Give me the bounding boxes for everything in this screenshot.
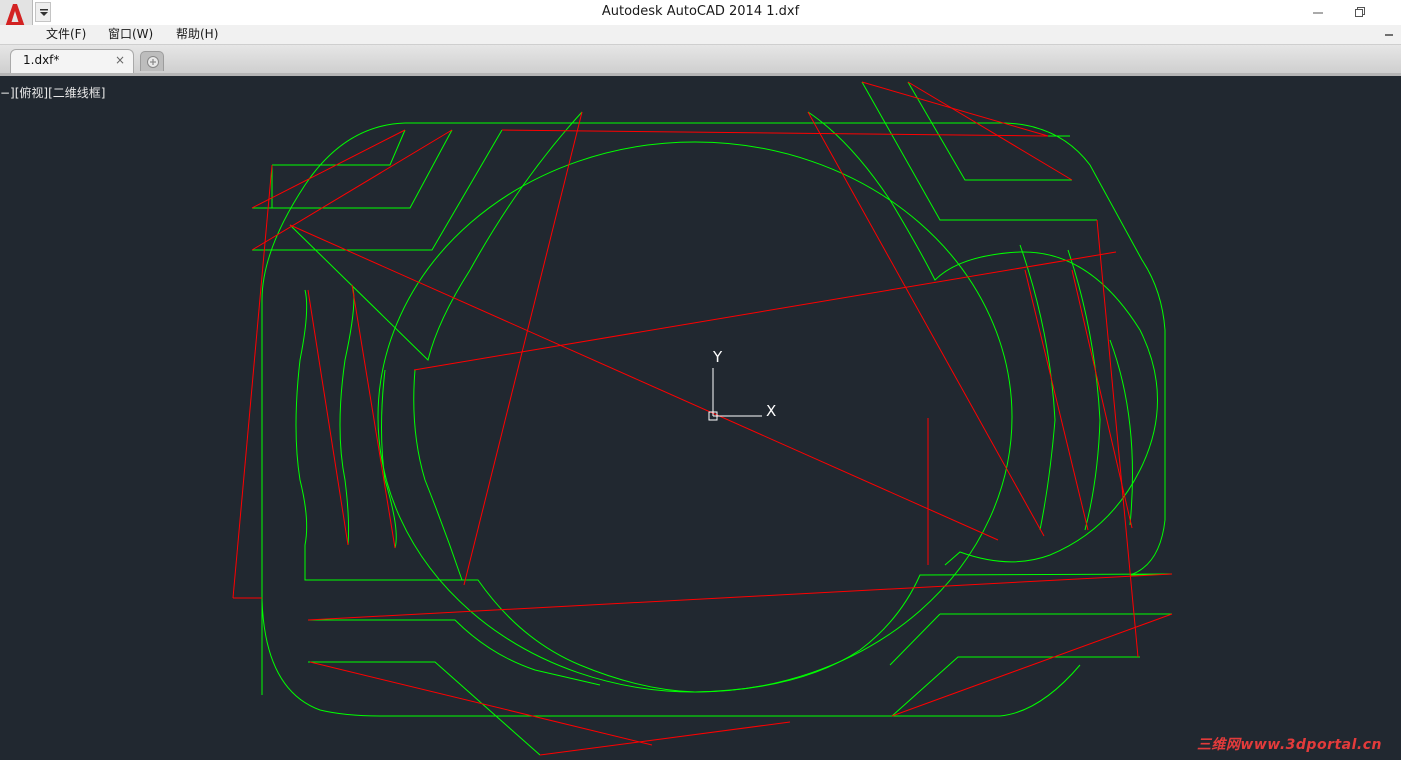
red-line-1 xyxy=(251,129,406,209)
cad-drawing: Y X xyxy=(232,81,1173,756)
right-arc-1 xyxy=(1019,244,1056,531)
red-line-19 xyxy=(309,661,653,746)
red-line-11 xyxy=(807,111,1045,537)
restore-button[interactable] xyxy=(1352,4,1368,20)
red-line-17 xyxy=(1071,269,1133,529)
tab-1-dxf[interactable]: 1.dxf* × xyxy=(10,49,134,73)
chevron-down-icon xyxy=(40,9,48,16)
menu-minimize-icon[interactable] xyxy=(1384,31,1394,39)
top-right-bracket xyxy=(861,81,1097,221)
left-diagonal-inner xyxy=(289,111,583,361)
red-line-10 xyxy=(413,251,1117,371)
red-line-16 xyxy=(1024,269,1089,531)
red-geometry xyxy=(232,81,1173,756)
main-ellipse xyxy=(377,141,1013,693)
red-line-12 xyxy=(1096,219,1139,658)
bottom-right-rail xyxy=(891,656,1140,717)
red-line-5 xyxy=(501,129,1049,137)
right-arc-2 xyxy=(1067,249,1101,531)
red-line-6 xyxy=(861,81,1049,137)
title-bar: Autodesk AutoCAD 2014 1.dxf xyxy=(0,0,1401,40)
ucs-x-label: X xyxy=(766,402,776,420)
red-line-9 xyxy=(463,111,583,586)
ucs-y-label: Y xyxy=(712,348,723,366)
minimize-icon xyxy=(1313,12,1323,14)
document-tab-bar: 1.dxf* × xyxy=(0,45,1401,76)
bottom-right-diag xyxy=(889,613,941,666)
green-geometry xyxy=(252,81,1173,756)
tab-close-icon[interactable]: × xyxy=(115,53,125,67)
top-left-bracket-2 xyxy=(252,129,453,209)
left-arc-2 xyxy=(381,369,397,549)
red-line-15 xyxy=(351,284,396,549)
bottom-rail-2 xyxy=(308,661,541,756)
red-line-14 xyxy=(307,289,349,546)
red-line-7 xyxy=(907,81,1073,181)
ucs-icon: Y X xyxy=(708,348,776,421)
lower-left-contour xyxy=(295,289,1173,693)
outer-contour-top-right xyxy=(405,122,1173,576)
menu-help[interactable]: 帮助(H) xyxy=(176,25,218,44)
new-tab-icon xyxy=(147,56,159,68)
watermark: 三维网www.3dportal.cn xyxy=(1196,737,1382,753)
tab-label: 1.dxf* xyxy=(23,53,60,67)
viewport-controls-label[interactable]: −][俯视][二维线框] xyxy=(0,84,105,101)
minimize-button[interactable] xyxy=(1310,4,1326,20)
top-left-bracket-3 xyxy=(252,129,503,251)
quick-access-dropdown[interactable] xyxy=(35,2,51,22)
window-title: Autodesk AutoCAD 2014 1.dxf xyxy=(601,4,800,19)
red-line-2 xyxy=(251,129,453,251)
restore-icon xyxy=(1355,7,1365,17)
red-line-3 xyxy=(232,164,273,599)
menu-file[interactable]: 文件(F) xyxy=(46,25,86,44)
menu-window[interactable]: 窗口(W) xyxy=(108,25,153,44)
left-arc-3 xyxy=(413,369,463,581)
menu-bar: 文件(F) 窗口(W) 帮助(H) xyxy=(0,25,1401,45)
red-line-21 xyxy=(891,613,1173,717)
new-tab-button[interactable] xyxy=(140,51,164,71)
right-arc-3 xyxy=(1109,339,1133,526)
outer-contour-left-bottom xyxy=(261,122,1081,717)
red-line-8 xyxy=(289,224,999,541)
drawing-canvas[interactable]: Y X −][俯视][二维线框] xyxy=(0,76,1401,760)
red-line-18 xyxy=(307,573,1173,621)
bottom-rail-1 xyxy=(308,619,601,686)
